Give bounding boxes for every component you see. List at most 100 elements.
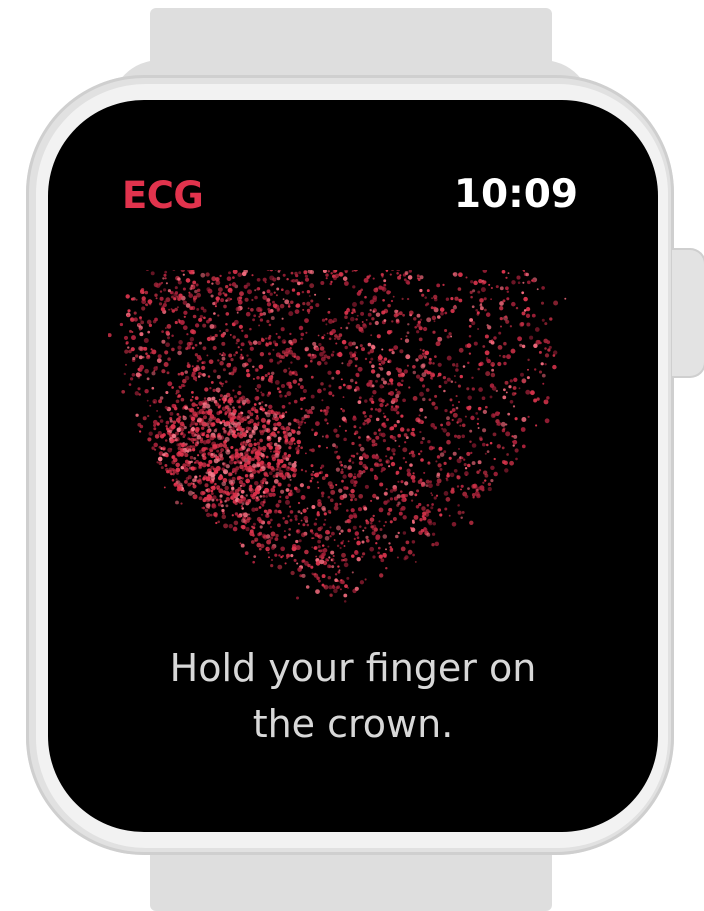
heart-particle — [510, 348, 516, 354]
heart-particle — [208, 359, 214, 365]
heart-particle — [469, 520, 474, 526]
heart-particle — [184, 370, 188, 374]
heart-particle — [390, 299, 394, 303]
heart-particle — [482, 428, 487, 433]
heart-particle — [179, 386, 182, 390]
heart-particle — [169, 430, 173, 433]
heart-particle — [426, 317, 432, 323]
heart-particle — [333, 539, 336, 541]
heart-particle — [254, 295, 258, 300]
heart-particle — [283, 535, 287, 539]
heart-particle — [258, 324, 261, 327]
heart-particle — [240, 342, 245, 347]
heart-particle — [282, 298, 285, 301]
heart-particle — [270, 316, 275, 321]
heart-particle — [300, 281, 304, 285]
heart-particle — [191, 448, 196, 452]
heart-particle — [542, 382, 545, 385]
heart-particle — [342, 493, 348, 499]
heart-particle — [319, 526, 324, 530]
heart-particle — [330, 272, 333, 275]
heart-particle — [219, 330, 222, 332]
heart-particle — [250, 450, 254, 455]
digital-crown[interactable] — [672, 248, 704, 378]
heart-particle — [236, 433, 241, 437]
heart-particle — [169, 419, 173, 423]
heart-particle — [180, 502, 183, 505]
heart-particle — [212, 388, 216, 393]
heart-particle — [321, 574, 326, 579]
heart-particle — [364, 454, 369, 460]
heart-particle — [547, 348, 551, 352]
heart-particle — [221, 354, 224, 357]
heart-particle — [427, 440, 431, 444]
heart-particle — [194, 396, 199, 400]
heart-particle — [412, 364, 416, 369]
heart-particle — [123, 335, 129, 340]
heart-particle — [154, 293, 158, 297]
heart-particle — [205, 434, 210, 438]
heart-particle — [182, 463, 187, 468]
heart-particle — [317, 334, 320, 337]
heart-particle — [153, 366, 158, 371]
heart-particle — [248, 434, 253, 439]
heart-particle — [302, 302, 306, 306]
heart-particle — [341, 362, 344, 365]
heart-particle — [288, 401, 291, 405]
heart-particle — [291, 371, 295, 375]
heart-particle — [338, 488, 343, 493]
heart-particle — [199, 439, 204, 444]
heart-particle — [201, 447, 206, 452]
heart-particle — [257, 445, 261, 449]
heart-particle — [389, 546, 392, 549]
heart-particle — [159, 396, 164, 400]
heart-particle — [369, 467, 374, 472]
heart-particle — [202, 422, 208, 427]
heart-particle — [202, 346, 207, 351]
heart-particle — [340, 529, 344, 533]
heart-particle — [249, 488, 255, 493]
heart-particle — [139, 318, 142, 321]
heart-particle — [132, 356, 136, 361]
heart-particle — [284, 394, 288, 398]
heart-particle — [418, 354, 424, 360]
heart-particle — [392, 517, 397, 521]
heart-particle — [340, 558, 344, 562]
heart-particle — [477, 406, 482, 411]
heart-particle — [387, 382, 390, 386]
heart-particle — [502, 354, 506, 359]
heart-particle — [399, 427, 405, 432]
heart-particle — [259, 495, 263, 498]
heart-particle — [553, 300, 559, 306]
heart-particle — [237, 346, 240, 349]
heart-particle — [539, 341, 542, 345]
heart-particle — [406, 472, 412, 477]
heart-particle — [353, 483, 357, 487]
heart-particle — [208, 459, 213, 464]
heart-particle — [310, 565, 314, 569]
heart-particle — [504, 380, 509, 385]
heart-particle — [222, 490, 227, 495]
heart-particle — [323, 585, 326, 588]
heart-particle — [239, 484, 243, 488]
heart-particle — [223, 429, 227, 433]
heart-particle — [517, 281, 521, 284]
heart-particle — [401, 497, 406, 503]
heart-particle — [189, 336, 195, 342]
heart-particle — [277, 436, 282, 441]
heart-particle — [256, 287, 260, 290]
heart-particle — [485, 357, 489, 360]
heart-particle — [245, 527, 250, 532]
heart-particle — [465, 276, 468, 279]
heart-particle — [169, 411, 174, 416]
heart-particle — [381, 348, 384, 351]
heart-particle — [416, 274, 420, 278]
heart-particle — [415, 505, 420, 509]
heart-particle — [300, 494, 306, 500]
heart-particle — [130, 297, 135, 301]
heart-particle — [217, 405, 221, 409]
heart-particle — [251, 431, 256, 436]
heart-particle — [430, 506, 434, 510]
heart-particle — [267, 509, 273, 514]
heart-particle — [461, 434, 466, 439]
